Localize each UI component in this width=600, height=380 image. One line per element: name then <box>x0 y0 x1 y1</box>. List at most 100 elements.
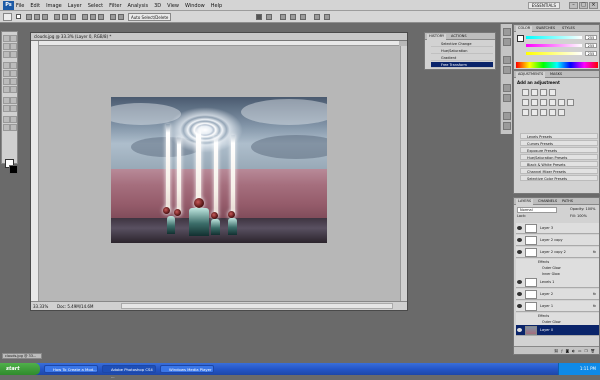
tab-actions[interactable]: ACTIONS <box>449 34 469 39</box>
red-value[interactable]: 255 <box>585 35 597 40</box>
blue-value[interactable]: 255 <box>585 51 597 56</box>
preset-channel-mixer[interactable]: Channel Mixer Presets <box>520 168 598 174</box>
menu-3d[interactable]: 3D <box>154 3 161 9</box>
fill-field[interactable]: Fill: 100% <box>570 214 598 220</box>
menu-edit[interactable]: Edit <box>30 3 40 9</box>
eye-icon[interactable] <box>517 328 522 332</box>
menu-window[interactable]: Window <box>185 3 205 9</box>
align-right-icon[interactable] <box>70 14 76 20</box>
hand-tool-icon[interactable] <box>3 124 10 131</box>
add-style-icon[interactable]: ƒ <box>561 349 562 353</box>
bridge-icon[interactable] <box>256 14 262 20</box>
preset-selective-color[interactable]: Selective Color Presets <box>520 175 598 181</box>
blend-mode-select[interactable]: Normal <box>517 207 557 213</box>
hand-icon[interactable] <box>280 14 286 20</box>
layer-row[interactable]: Layer 2 copy <box>516 235 599 246</box>
layer-row[interactable]: Levels 1 <box>516 277 599 288</box>
history-item[interactable]: Selective Change <box>431 41 493 47</box>
background-color-swatch[interactable] <box>9 165 18 174</box>
vibrance-icon[interactable] <box>522 99 529 106</box>
align-left-icon[interactable] <box>54 14 60 20</box>
history-panel-icon[interactable] <box>503 28 511 36</box>
trash-icon[interactable]: 🗑 <box>591 349 595 353</box>
type-tool-icon[interactable] <box>10 97 17 104</box>
horizontal-ruler[interactable] <box>39 41 399 46</box>
align-center-icon[interactable] <box>62 14 68 20</box>
distribute-bottom-icon[interactable] <box>98 14 104 20</box>
new-layer-icon[interactable]: ❐ <box>584 349 587 353</box>
layer-row[interactable]: Layer 1 fx <box>516 301 599 312</box>
selective-color-icon[interactable] <box>558 109 565 116</box>
arrange-documents-icon[interactable] <box>314 14 320 20</box>
opacity-field[interactable]: Opacity: 100% <box>570 207 598 213</box>
dodge-tool-icon[interactable] <box>10 86 17 93</box>
menu-view[interactable]: View <box>167 3 179 9</box>
preset-hue-saturation[interactable]: Hue/Saturation Presets <box>520 154 598 160</box>
menu-select[interactable]: Select <box>88 3 103 9</box>
blur-tool-icon[interactable] <box>3 86 10 93</box>
history-item[interactable]: Hue/Saturation <box>431 48 493 54</box>
distribute-right-icon[interactable] <box>118 14 124 20</box>
black-white-icon[interactable] <box>549 99 556 106</box>
tab-styles[interactable]: STYLES <box>560 26 577 31</box>
zoom-level[interactable]: 33.33% <box>33 303 48 311</box>
tab-masks[interactable]: MASKS <box>548 72 564 77</box>
navigator-panel-icon[interactable] <box>503 56 511 64</box>
tab-layers[interactable]: LAYERS <box>516 199 534 205</box>
marquee-tool-icon[interactable] <box>10 35 17 42</box>
align-middle-icon[interactable] <box>34 14 40 20</box>
workspace-switcher[interactable]: ESSENTIALS <box>527 2 560 9</box>
fx-icon[interactable]: fx <box>593 303 596 309</box>
invert-icon[interactable] <box>522 109 529 116</box>
preset-black-white[interactable]: Black & White Presets <box>520 161 598 167</box>
fx-icon[interactable]: fx <box>593 291 596 297</box>
distribute-top-icon[interactable] <box>82 14 88 20</box>
brightness-contrast-icon[interactable] <box>522 89 529 96</box>
distribute-left-icon[interactable] <box>110 14 116 20</box>
red-slider[interactable] <box>526 36 582 39</box>
clone-source-panel-icon[interactable] <box>503 122 511 130</box>
taskbar-item-media-player[interactable]: Windows Media Player <box>160 365 214 373</box>
levels-icon[interactable] <box>531 89 538 96</box>
preset-levels[interactable]: Levels Presets <box>520 133 598 139</box>
blue-slider[interactable] <box>526 52 582 55</box>
document-tab-title[interactable]: clouds.jpg @ 33.3% (Layer 0, RGB/8) * <box>31 33 407 41</box>
healing-brush-tool-icon[interactable] <box>3 62 10 69</box>
maximize-button[interactable]: □ <box>579 2 588 9</box>
vertical-ruler[interactable] <box>31 41 39 302</box>
new-adjustment-icon[interactable]: ◐ <box>572 349 575 353</box>
character-panel-icon[interactable] <box>503 84 511 92</box>
fx-icon[interactable]: fx <box>593 249 596 255</box>
link-layers-icon[interactable]: ⛓ <box>554 349 558 353</box>
color-balance-icon[interactable] <box>540 99 547 106</box>
menu-help[interactable]: Help <box>211 3 222 9</box>
image-canvas[interactable] <box>111 97 327 243</box>
align-top-icon[interactable] <box>26 14 32 20</box>
gradient-map-icon[interactable] <box>549 109 556 116</box>
tab-adjustments[interactable]: ADJUSTMENTS <box>516 72 546 78</box>
layer-row-selected[interactable]: Layer 0 <box>516 325 599 336</box>
tab-swatches[interactable]: SWATCHES <box>534 26 557 31</box>
tab-channels[interactable]: CHANNELS <box>536 199 559 204</box>
clone-stamp-tool-icon[interactable] <box>3 70 10 77</box>
eyedropper-tool-icon[interactable] <box>10 51 17 58</box>
history-item-selected[interactable]: Free Transform <box>431 62 493 68</box>
gradient-tool-icon[interactable] <box>10 78 17 85</box>
history-item[interactable]: Gradient <box>431 55 493 61</box>
menu-filter[interactable]: Filter <box>109 3 121 9</box>
align-bottom-icon[interactable] <box>42 14 48 20</box>
path-selection-tool-icon[interactable] <box>3 105 10 112</box>
eye-icon[interactable] <box>517 226 522 230</box>
preset-curves[interactable]: Curves Presets <box>520 140 598 146</box>
clock[interactable]: 1:11 PM <box>580 366 596 371</box>
close-button[interactable]: × <box>589 2 598 9</box>
channel-mixer-icon[interactable] <box>567 99 574 106</box>
move-tool-preset-icon[interactable] <box>3 13 12 21</box>
layer-row[interactable]: Layer 3 <box>516 223 599 234</box>
new-group-icon[interactable]: ▭ <box>578 349 581 353</box>
mini-bridge-icon[interactable] <box>266 14 272 20</box>
minimize-button[interactable]: – <box>569 2 578 9</box>
rotate-view-icon[interactable] <box>300 14 306 20</box>
eye-icon[interactable] <box>517 304 522 308</box>
exposure-icon[interactable] <box>549 89 556 96</box>
